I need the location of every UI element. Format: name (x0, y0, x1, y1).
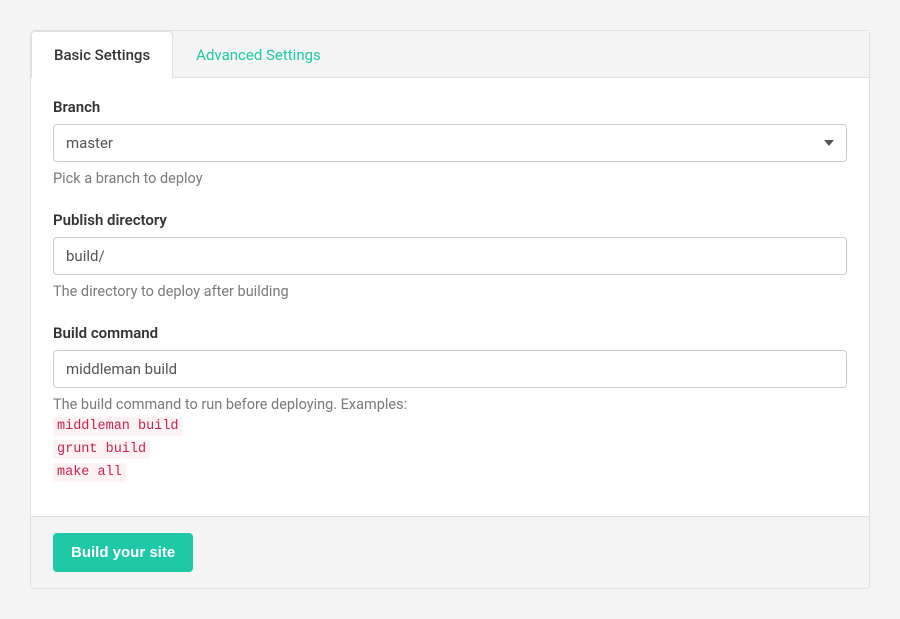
publish-directory-label: Publish directory (53, 211, 847, 229)
tab-basic-settings[interactable]: Basic Settings (31, 31, 173, 78)
branch-label: Branch (53, 98, 847, 116)
build-command-input[interactable] (53, 350, 847, 388)
build-command-group: Build command The build command to run b… (53, 324, 847, 482)
build-command-label: Build command (53, 324, 847, 342)
build-example-1: middleman build (53, 417, 183, 436)
tab-bar: Basic Settings Advanced Settings (31, 31, 869, 78)
build-site-button[interactable]: Build your site (53, 533, 193, 572)
publish-directory-help: The directory to deploy after building (53, 283, 847, 300)
branch-select[interactable]: master (53, 124, 847, 162)
form-content: Branch master Pick a branch to deploy Pu… (31, 78, 869, 516)
build-example-2: grunt build (53, 440, 150, 459)
branch-group: Branch master Pick a branch to deploy (53, 98, 847, 187)
publish-directory-group: Publish directory The directory to deplo… (53, 211, 847, 300)
build-example-3: make all (53, 463, 126, 482)
panel-footer: Build your site (31, 516, 869, 588)
tab-advanced-settings[interactable]: Advanced Settings (173, 31, 344, 78)
settings-panel: Basic Settings Advanced Settings Branch … (30, 30, 870, 589)
publish-directory-input[interactable] (53, 237, 847, 275)
branch-help: Pick a branch to deploy (53, 170, 847, 187)
build-command-help: The build command to run before deployin… (53, 396, 847, 413)
